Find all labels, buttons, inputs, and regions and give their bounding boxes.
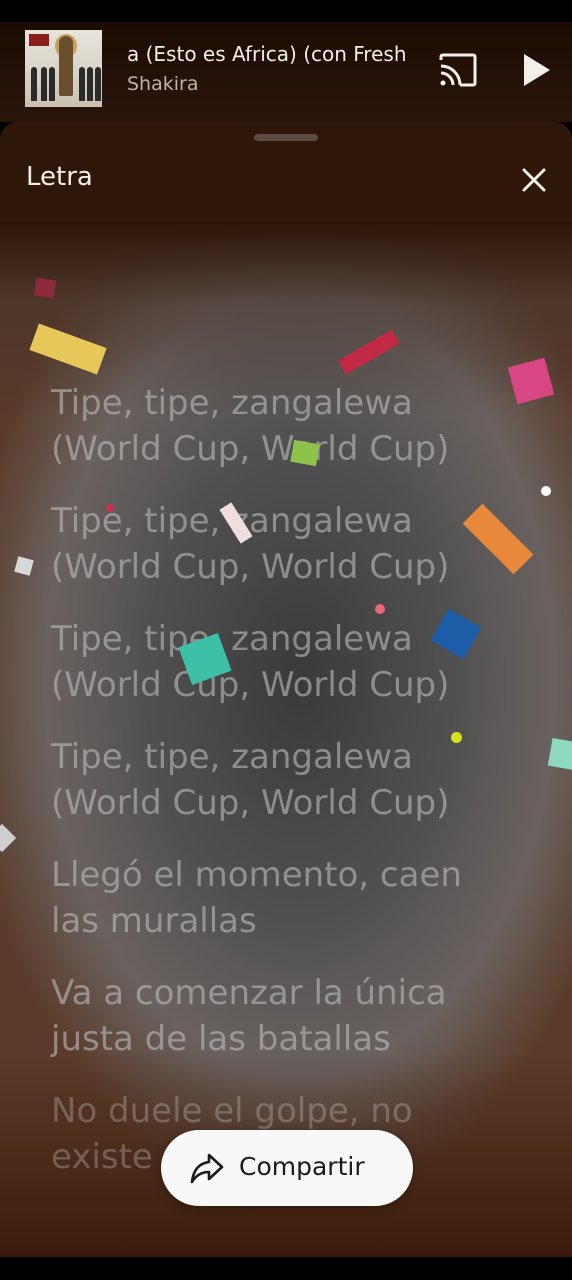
track-title: a (Esto es Africa) (con Fresh — [127, 42, 407, 66]
play-icon[interactable] — [518, 50, 554, 90]
drag-handle[interactable] — [254, 134, 318, 141]
confetti-piece — [547, 737, 572, 771]
confetti-piece — [541, 486, 551, 496]
status-bar — [0, 0, 572, 22]
lyric-line[interactable]: Tipe, tipe, zangalewa (World Cup, World … — [51, 734, 531, 826]
confetti-piece — [451, 732, 462, 743]
confetti-piece — [290, 439, 320, 467]
navigation-bar — [0, 1257, 572, 1280]
confetti-piece — [106, 504, 114, 512]
lyrics-sheet: Letra Tipe, tipe, zangalewa (World Cup, … — [0, 122, 572, 1257]
track-artist: Shakira — [127, 73, 199, 95]
share-label: Compartir — [239, 1152, 365, 1181]
mini-player[interactable]: a (Esto es Africa) (con Fresh Shakira — [0, 22, 572, 122]
share-icon — [189, 1152, 225, 1186]
lyric-line[interactable]: Tipe, tipe, zangalewa (World Cup, World … — [51, 498, 531, 590]
confetti-piece — [33, 277, 57, 299]
confetti-piece — [375, 604, 385, 614]
album-art[interactable] — [25, 30, 102, 107]
sheet-title: Letra — [26, 162, 93, 192]
share-button[interactable]: Compartir — [161, 1130, 413, 1206]
close-icon[interactable] — [516, 162, 552, 198]
divider — [0, 219, 572, 220]
lyrics-list: Tipe, tipe, zangalewa (World Cup, World … — [51, 380, 531, 1206]
lyric-line[interactable]: Llegó el momento, caen las murallas — [51, 852, 531, 944]
lyric-line[interactable]: Va a comenzar la única justa de las bata… — [51, 970, 531, 1062]
cast-icon[interactable] — [438, 52, 478, 88]
